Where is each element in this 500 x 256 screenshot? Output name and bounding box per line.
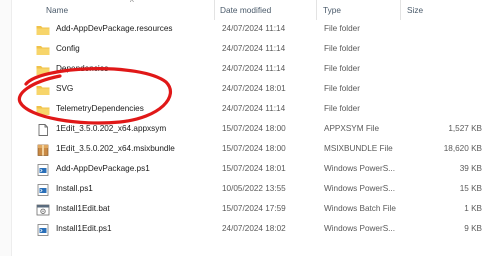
script-icon	[36, 224, 50, 236]
list-item[interactable]: Dependencies 24/07/2024 11:14 File folde…	[0, 60, 500, 80]
file-name: Config	[56, 44, 80, 53]
folder-icon	[36, 84, 50, 96]
file-type: APPXSYM File	[324, 124, 380, 133]
file-size: 1,527 KB	[448, 124, 482, 133]
file-date: 24/07/2024 18:01	[222, 84, 286, 93]
column-header-type[interactable]: Type	[323, 5, 341, 15]
list-item[interactable]: Install.ps1 10/05/2022 13:55 Windows Pow…	[0, 180, 500, 200]
file-date: 24/07/2024 11:14	[222, 104, 286, 113]
file-date: 15/07/2024 17:59	[222, 204, 286, 213]
package-icon	[36, 144, 50, 156]
file-name: Install1Edit.bat	[56, 204, 110, 213]
column-divider[interactable]	[214, 0, 215, 20]
file-type: File folder	[324, 64, 360, 73]
folder-icon	[36, 24, 50, 36]
file-name: TelemetryDependencies	[56, 104, 144, 113]
file-date: 15/07/2024 18:00	[222, 124, 286, 133]
file-name: Install1Edit.ps1	[56, 224, 112, 233]
list-item[interactable]: Add-AppDevPackage.ps1 15/07/2024 18:01 W…	[0, 160, 500, 180]
list-item[interactable]: Install1Edit.bat 15/07/2024 17:59 Window…	[0, 200, 500, 220]
file-type: MSIXBUNDLE File	[324, 144, 393, 153]
file-size: 39 KB	[459, 164, 482, 173]
list-item[interactable]: Config 24/07/2024 11:14 File folder	[0, 40, 500, 60]
list-item[interactable]: TelemetryDependencies 24/07/2024 11:14 F…	[0, 100, 500, 120]
column-header-date-modified[interactable]: Date modified	[220, 5, 271, 15]
list-item[interactable]: Add-AppDevPackage.resources 24/07/2024 1…	[0, 20, 500, 40]
file-date: 15/07/2024 18:01	[222, 164, 286, 173]
file-name: 1Edit_3.5.0.202_x64.appxsym	[56, 124, 167, 133]
blank-file-icon	[36, 124, 50, 136]
file-date: 24/07/2024 18:02	[222, 224, 286, 233]
file-type: File folder	[324, 24, 360, 33]
column-divider[interactable]	[400, 0, 401, 20]
file-date: 10/05/2022 13:55	[222, 184, 286, 193]
folder-icon	[36, 104, 50, 116]
file-type: Windows PowerS...	[324, 184, 395, 193]
file-type: Windows PowerS...	[324, 164, 395, 173]
file-name: Add-AppDevPackage.ps1	[56, 164, 150, 173]
file-type: File folder	[324, 44, 360, 53]
sort-ascending-icon[interactable]: ^	[130, 0, 134, 7]
column-header-name[interactable]: Name	[46, 5, 68, 15]
batch-file-icon	[36, 204, 50, 216]
file-date: 24/07/2024 11:14	[222, 24, 286, 33]
file-type: Windows Batch File	[324, 204, 396, 213]
file-name: Dependencies	[56, 64, 109, 73]
list-item[interactable]: 1Edit_3.5.0.202_x64.appxsym 15/07/2024 1…	[0, 120, 500, 140]
file-name: Add-AppDevPackage.resources	[56, 24, 173, 33]
file-name: 1Edit_3.5.0.202_x64.msixbundle	[56, 144, 175, 153]
file-size: 1 KB	[464, 204, 482, 213]
file-date: 24/07/2024 11:14	[222, 64, 286, 73]
file-size: 18,620 KB	[443, 144, 482, 153]
list-item[interactable]: Install1Edit.ps1 24/07/2024 18:02 Window…	[0, 220, 500, 240]
file-name: SVG	[56, 84, 74, 93]
script-icon	[36, 164, 50, 176]
file-type: File folder	[324, 84, 360, 93]
folder-icon	[36, 64, 50, 76]
column-divider[interactable]	[316, 0, 317, 20]
script-icon	[36, 184, 50, 196]
list-item[interactable]: 1Edit_3.5.0.202_x64.msixbundle 15/07/202…	[0, 140, 500, 160]
list-item[interactable]: SVG 24/07/2024 18:01 File folder	[0, 80, 500, 100]
folder-icon	[36, 44, 50, 56]
file-size: 9 KB	[464, 224, 482, 233]
file-size: 15 KB	[459, 184, 482, 193]
file-date: 24/07/2024 11:14	[222, 44, 286, 53]
column-header-row: ^ Name Date modified Type Size	[0, 0, 500, 20]
file-type: Windows PowerS...	[324, 224, 395, 233]
column-header-size[interactable]: Size	[407, 5, 423, 15]
file-date: 15/07/2024 18:00	[222, 144, 286, 153]
file-name: Install.ps1	[56, 184, 93, 193]
file-type: File folder	[324, 104, 360, 113]
